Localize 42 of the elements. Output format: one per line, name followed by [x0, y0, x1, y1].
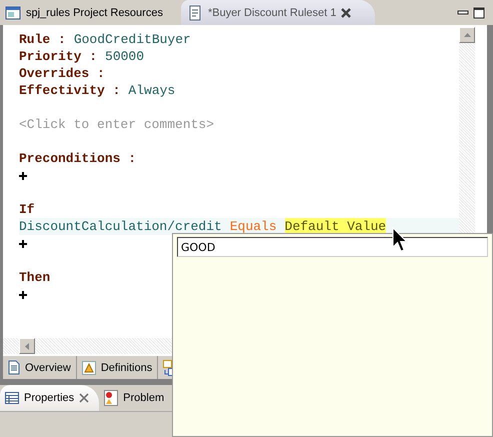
field-label: Rule : [19, 31, 66, 48]
page-tab[interactable]: Definitions [76, 356, 158, 379]
condition-row[interactable]: DiscountCalculation/credit Equals Default Value [19, 218, 459, 235]
tab-label: Definitions [100, 362, 152, 374]
field-value[interactable]: GoodCreditBuyer [74, 31, 191, 48]
left-arrow-icon [25, 342, 29, 350]
condition-subject[interactable]: DiscountCalculation/credit [19, 218, 222, 235]
section-heading: Then [19, 269, 50, 286]
field-label: Overrides : [19, 65, 105, 82]
tab-label: *Buyer Discount Ruleset 1 [208, 6, 336, 18]
page-tab[interactable]: Overview [3, 356, 77, 379]
add-icon[interactable] [19, 290, 27, 298]
section-heading: Preconditions : [19, 150, 136, 167]
view-tab[interactable]: Problem [99, 385, 174, 411]
scroll-up-button[interactable] [459, 27, 475, 43]
tab-label: Problem [123, 392, 164, 404]
up-arrow-icon [464, 33, 470, 37]
view-tab[interactable]: Properties [0, 385, 100, 411]
field-label: Priority : [19, 48, 98, 65]
page-icon [8, 360, 20, 375]
problems-icon [104, 390, 118, 406]
tab-label: spj_rules Project Resources [26, 6, 163, 18]
document-icon [186, 4, 203, 20]
close-icon[interactable] [341, 8, 352, 18]
add-icon[interactable] [19, 240, 27, 248]
tab-label: Properties [24, 392, 74, 404]
scroll-left-button[interactable] [19, 338, 35, 354]
close-icon[interactable] [79, 393, 90, 403]
field-value[interactable]: Always [128, 82, 176, 99]
window-icon [5, 4, 21, 20]
field-label: Effectivity : [19, 82, 120, 99]
editor-tab[interactable]: *Buyer Discount Ruleset 1 [180, 0, 376, 25]
value-input[interactable]: GOOD [177, 237, 488, 257]
pointer-icon [392, 227, 408, 253]
editor-tab[interactable]: spj_rules Project Resources [3, 0, 171, 25]
section-heading: If [19, 201, 35, 218]
warning-icon [82, 360, 96, 374]
tab-label: Overview [25, 362, 71, 374]
maximize-icon[interactable] [473, 6, 485, 18]
table-icon [5, 392, 19, 404]
field-value[interactable]: 50000 [105, 48, 144, 65]
add-icon[interactable] [19, 172, 27, 180]
